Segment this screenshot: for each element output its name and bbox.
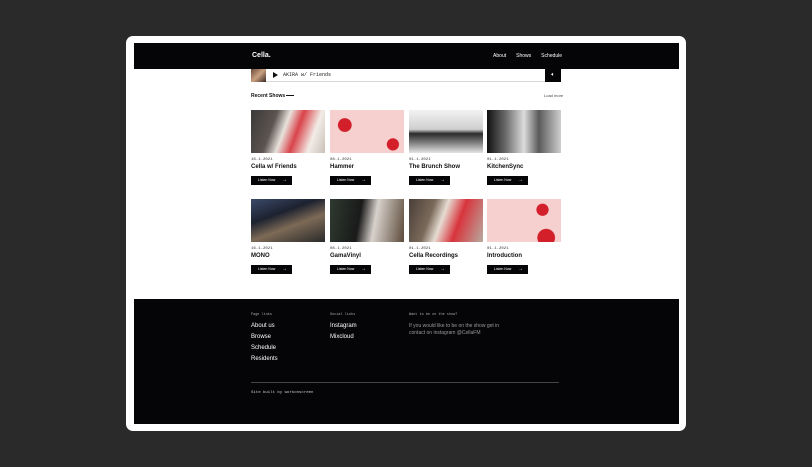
nav-shows[interactable]: Shows	[516, 53, 531, 59]
button-label: Listen Now	[494, 267, 512, 271]
footer-link-mixcloud[interactable]: Mixcloud	[330, 334, 357, 340]
button-label: Listen Now	[258, 178, 276, 182]
section-title: Recent Shows	[251, 93, 286, 99]
show-title[interactable]: GamaVinyl	[330, 253, 404, 259]
show-title[interactable]: Cella w/ Friends	[251, 164, 325, 170]
listen-now-button[interactable]: Listen Now →	[251, 265, 292, 274]
footer-heading: Page links	[251, 313, 273, 317]
arrow-right-icon: →	[282, 177, 287, 183]
show-card[interactable]: 01.1.2021 Introduction Listen Now →	[487, 199, 561, 274]
show-card[interactable]: 08.1.2021 GamaVinyl Listen Now →	[330, 199, 404, 274]
listen-now-button[interactable]: Listen Now →	[330, 176, 371, 185]
footer-page-links: Page links About us Browse Schedule Resi…	[251, 313, 278, 367]
footer-link-instagram[interactable]: Instagram	[330, 323, 357, 329]
button-label: Listen Now	[494, 178, 512, 182]
show-image[interactable]	[409, 199, 483, 242]
show-card[interactable]: 16.1.2021 MONO Listen Now →	[251, 199, 325, 274]
listen-now-button[interactable]: Listen Now →	[487, 265, 528, 274]
show-title[interactable]: Cella Recordings	[409, 253, 483, 259]
show-image[interactable]	[409, 110, 483, 153]
play-icon[interactable]	[273, 72, 278, 78]
show-image[interactable]	[251, 199, 325, 242]
listen-now-button[interactable]: Listen Now →	[251, 176, 292, 185]
footer-link-about[interactable]: About us	[251, 323, 278, 329]
arrow-right-icon: →	[361, 177, 366, 183]
arrow-right-icon: →	[440, 266, 445, 272]
main-nav: About Shows Schedule	[493, 53, 562, 59]
footer-contact-text: If you would like to be on the show get …	[409, 323, 500, 336]
load-more-link[interactable]: Load more	[544, 93, 563, 98]
show-title[interactable]: KitchenSync	[487, 164, 561, 170]
show-date: 08.1.2021	[330, 158, 352, 162]
button-label: Listen Now	[337, 178, 355, 182]
nav-schedule[interactable]: Schedule	[541, 53, 562, 59]
button-label: Listen Now	[416, 267, 434, 271]
show-date: 01.1.2021	[487, 247, 509, 251]
show-image[interactable]	[330, 199, 404, 242]
footer-link-schedule[interactable]: Schedule	[251, 345, 278, 351]
button-label: Listen Now	[337, 267, 355, 271]
show-image[interactable]	[251, 110, 325, 153]
show-image[interactable]	[330, 110, 404, 153]
speaker-icon[interactable]: 🔈︎	[545, 69, 561, 82]
footer-divider	[251, 382, 559, 383]
listen-now-button[interactable]: Listen Now →	[330, 265, 371, 274]
footer-contact: Want to be on the show? If you would lik…	[409, 313, 504, 337]
listen-now-button[interactable]: Listen Now →	[487, 176, 528, 185]
nav-about[interactable]: About	[493, 53, 506, 59]
show-title[interactable]: MONO	[251, 253, 325, 259]
show-card[interactable]: 01.1.2021 KitchenSync Listen Now →	[487, 110, 561, 185]
website: Cella. About Shows Schedule AKIRA w/ Fri…	[134, 43, 679, 424]
show-card[interactable]: 16.1.2021 Cella w/ Friends Listen Now →	[251, 110, 325, 185]
show-title[interactable]: Introduction	[487, 253, 561, 259]
footer-link-browse[interactable]: Browse	[251, 334, 278, 340]
show-date: 01.1.2021	[409, 247, 431, 251]
show-card[interactable]: 08.1.2021 Hammer Listen Now →	[330, 110, 404, 185]
show-title[interactable]: Hammer	[330, 164, 404, 170]
arrow-right-icon: →	[282, 266, 287, 272]
show-image[interactable]	[487, 110, 561, 153]
button-label: Listen Now	[258, 267, 276, 271]
show-card[interactable]: 01.1.2021 Cella Recordings Listen Now →	[409, 199, 483, 274]
show-title[interactable]: The Brunch Show	[409, 164, 483, 170]
show-card[interactable]: 01.1.2021 The Brunch Show Listen Now →	[409, 110, 483, 185]
show-date: 16.1.2021	[251, 158, 273, 162]
arrow-right-icon: →	[518, 266, 523, 272]
arrow-right-icon: →	[518, 177, 523, 183]
now-playing-track: AKIRA w/ Friends	[283, 72, 332, 78]
listen-now-button[interactable]: Listen Now →	[409, 176, 450, 185]
footer-link-residents[interactable]: Residents	[251, 356, 278, 362]
show-date: 01.1.2021	[409, 158, 431, 162]
top-nav-bar: Cella. About Shows Schedule	[134, 43, 679, 69]
show-date: 01.1.2021	[487, 158, 509, 162]
arrow-right-icon: →	[361, 266, 366, 272]
show-image[interactable]	[487, 199, 561, 242]
site-logo[interactable]: Cella.	[252, 52, 271, 59]
show-date: 08.1.2021	[330, 247, 352, 251]
footer-heading: Social links	[330, 313, 356, 317]
section-divider	[286, 95, 294, 96]
audio-player: AKIRA w/ Friends 🔈︎	[251, 69, 561, 82]
button-label: Listen Now	[416, 178, 434, 182]
arrow-right-icon: →	[440, 177, 445, 183]
now-playing-thumbnail	[251, 69, 266, 82]
footer-heading: Want to be on the show?	[409, 313, 458, 317]
site-credit: Site built by workonscreen	[251, 391, 314, 395]
browser-frame: Cella. About Shows Schedule AKIRA w/ Fri…	[126, 36, 686, 431]
site-footer: Page links About us Browse Schedule Resi…	[134, 299, 679, 424]
footer-social-links: Social links Instagram Mixcloud	[330, 313, 357, 345]
show-date: 16.1.2021	[251, 247, 273, 251]
listen-now-button[interactable]: Listen Now →	[409, 265, 450, 274]
